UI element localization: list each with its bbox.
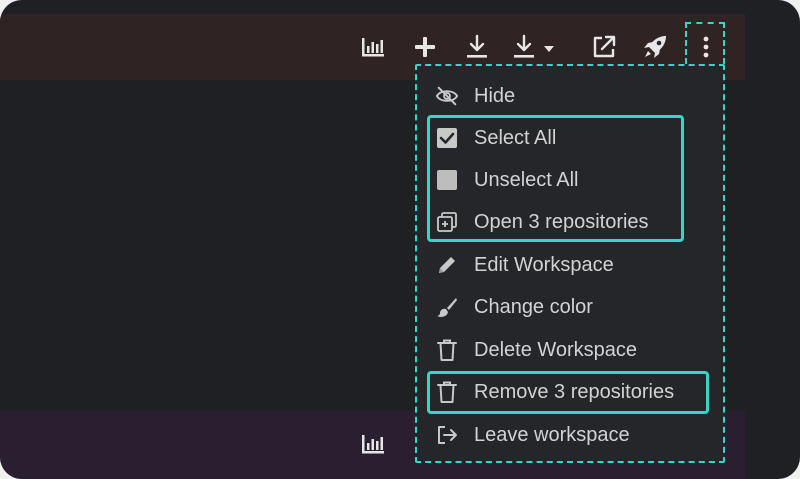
app-window: Hide Select All Unselect All Open 3 repo… xyxy=(0,0,800,479)
menu-item-label: Delete Workspace xyxy=(474,338,638,361)
remove-repositories-highlight xyxy=(427,371,709,414)
more-vertical-icon[interactable] xyxy=(695,34,717,60)
menu-item-label: Leave workspace xyxy=(474,423,630,446)
menu-item-edit-workspace[interactable]: Edit Workspace xyxy=(417,245,723,285)
eye-off-icon xyxy=(435,84,459,108)
bar-chart-icon[interactable] xyxy=(360,431,386,457)
paintbrush-icon xyxy=(435,295,459,319)
external-link-icon[interactable] xyxy=(590,33,618,61)
trash-icon xyxy=(435,338,459,362)
menu-item-delete-workspace[interactable]: Delete Workspace xyxy=(417,330,723,370)
menu-item-hide[interactable]: Hide xyxy=(417,76,723,116)
menu-item-label: Change color xyxy=(474,295,593,318)
rocket-icon[interactable] xyxy=(641,33,669,61)
download-icon[interactable] xyxy=(464,33,490,61)
leave-icon xyxy=(435,423,459,447)
plus-icon[interactable] xyxy=(412,34,438,60)
download-dropdown-icon[interactable] xyxy=(512,33,560,61)
selection-group-highlight xyxy=(427,115,684,242)
menu-item-change-color[interactable]: Change color xyxy=(417,287,723,327)
pencil-icon xyxy=(435,253,459,277)
menu-item-label: Edit Workspace xyxy=(474,253,614,276)
menu-item-leave-workspace[interactable]: Leave workspace xyxy=(417,415,723,455)
bar-chart-icon[interactable] xyxy=(360,34,386,60)
menu-item-label: Hide xyxy=(474,84,516,107)
